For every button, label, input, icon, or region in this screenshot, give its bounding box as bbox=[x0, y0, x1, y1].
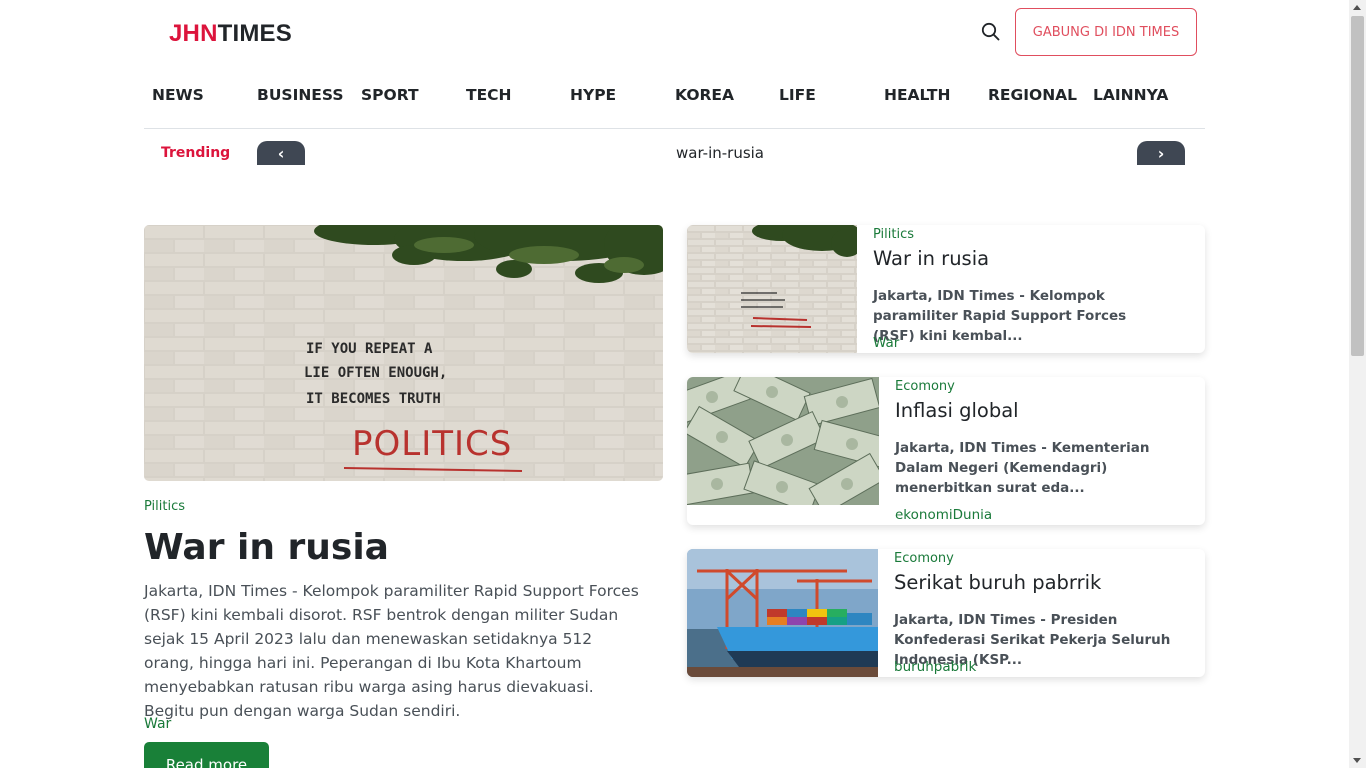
nav-item-lainnya[interactable]: LAINNYA bbox=[1093, 86, 1168, 104]
nav-item-business[interactable]: BUSINESS bbox=[257, 86, 344, 104]
nav-item-tech[interactable]: TECH bbox=[466, 86, 512, 104]
side-article-image[interactable] bbox=[687, 225, 863, 353]
main-article-title[interactable]: War in rusia bbox=[144, 527, 389, 568]
trending-next-button[interactable]: › bbox=[1137, 141, 1185, 165]
side-article-tag[interactable]: War bbox=[873, 335, 899, 351]
trending-label: Trending bbox=[161, 145, 231, 161]
side-article-card[interactable]: Pilitics War in rusia Jakarta, IDN Times… bbox=[687, 225, 1205, 353]
main-article-image[interactable]: IF YOU REPEAT A LIE OFTEN ENOUGH, IT BEC… bbox=[144, 225, 663, 481]
page-scrollbar[interactable] bbox=[1349, 0, 1366, 768]
graffiti-politics: POLITICS bbox=[352, 424, 512, 464]
join-button[interactable]: GABUNG DI IDN TIMES bbox=[1015, 8, 1197, 56]
main-article-tag[interactable]: War bbox=[144, 716, 171, 732]
side-article-card[interactable]: Ecomony Inflasi global Jakarta, IDN Time… bbox=[687, 377, 1205, 525]
chevron-left-icon: ‹ bbox=[277, 143, 285, 163]
scroll-up-icon[interactable] bbox=[1353, 5, 1361, 10]
side-article-image[interactable] bbox=[687, 549, 878, 677]
side-article-category[interactable]: Ecomony bbox=[895, 379, 955, 394]
side-article-card[interactable]: Ecomony Serikat buruh pabrrik Jakarta, I… bbox=[687, 549, 1205, 677]
side-article-image[interactable] bbox=[687, 377, 891, 516]
read-more-button[interactable]: Read more bbox=[144, 742, 269, 768]
main-nav: NEWS BUSINESS SPORT TECH HYPE KOREA LIFE… bbox=[0, 86, 1366, 108]
nav-item-life[interactable]: LIFE bbox=[779, 86, 816, 104]
nav-item-sport[interactable]: SPORT bbox=[361, 86, 419, 104]
graffiti-line-1: IF YOU REPEAT A bbox=[306, 341, 433, 357]
side-article-description: Jakarta, IDN Times - Kelompok paramilite… bbox=[873, 288, 1127, 344]
nav-item-hype[interactable]: HYPE bbox=[570, 86, 616, 104]
site-logo[interactable]: JHNTIMES bbox=[169, 20, 292, 48]
logo-part-1: JHN bbox=[169, 20, 218, 47]
search-icon[interactable] bbox=[980, 21, 1002, 43]
side-article-category[interactable]: Pilitics bbox=[873, 227, 914, 242]
side-article-tag[interactable]: buruhpabrik bbox=[894, 659, 976, 675]
scrollbar-thumb[interactable] bbox=[1351, 16, 1364, 356]
main-article-description: Jakarta, IDN Times - Kelompok paramilite… bbox=[144, 582, 639, 720]
side-article-title[interactable]: Inflasi global bbox=[895, 399, 1019, 422]
trending-prev-button[interactable]: ‹ bbox=[257, 141, 305, 165]
side-article-title[interactable]: War in rusia bbox=[873, 247, 989, 270]
scroll-down-icon[interactable] bbox=[1353, 758, 1361, 763]
trending-topic[interactable]: war-in-rusia bbox=[600, 144, 840, 162]
logo-part-2: TIMES bbox=[217, 20, 292, 47]
nav-divider bbox=[144, 128, 1205, 129]
graffiti-line-2: LIE OFTEN ENOUGH, bbox=[304, 365, 447, 381]
side-article-tag[interactable]: ekonomiDunia bbox=[895, 507, 992, 523]
nav-item-news[interactable]: NEWS bbox=[152, 86, 204, 104]
graffiti-line-3: IT BECOMES TRUTH bbox=[306, 391, 441, 407]
side-article-title[interactable]: Serikat buruh pabrrik bbox=[894, 571, 1101, 594]
side-article-category[interactable]: Ecomony bbox=[894, 551, 954, 566]
nav-item-health[interactable]: HEALTH bbox=[884, 86, 950, 104]
side-article-description: Jakarta, IDN Times - Kementerian Dalam N… bbox=[895, 440, 1150, 496]
chevron-right-icon: › bbox=[1157, 143, 1165, 163]
main-article-category[interactable]: Pilitics bbox=[144, 499, 185, 514]
nav-item-regional[interactable]: REGIONAL bbox=[988, 86, 1077, 104]
nav-item-korea[interactable]: KOREA bbox=[675, 86, 734, 104]
